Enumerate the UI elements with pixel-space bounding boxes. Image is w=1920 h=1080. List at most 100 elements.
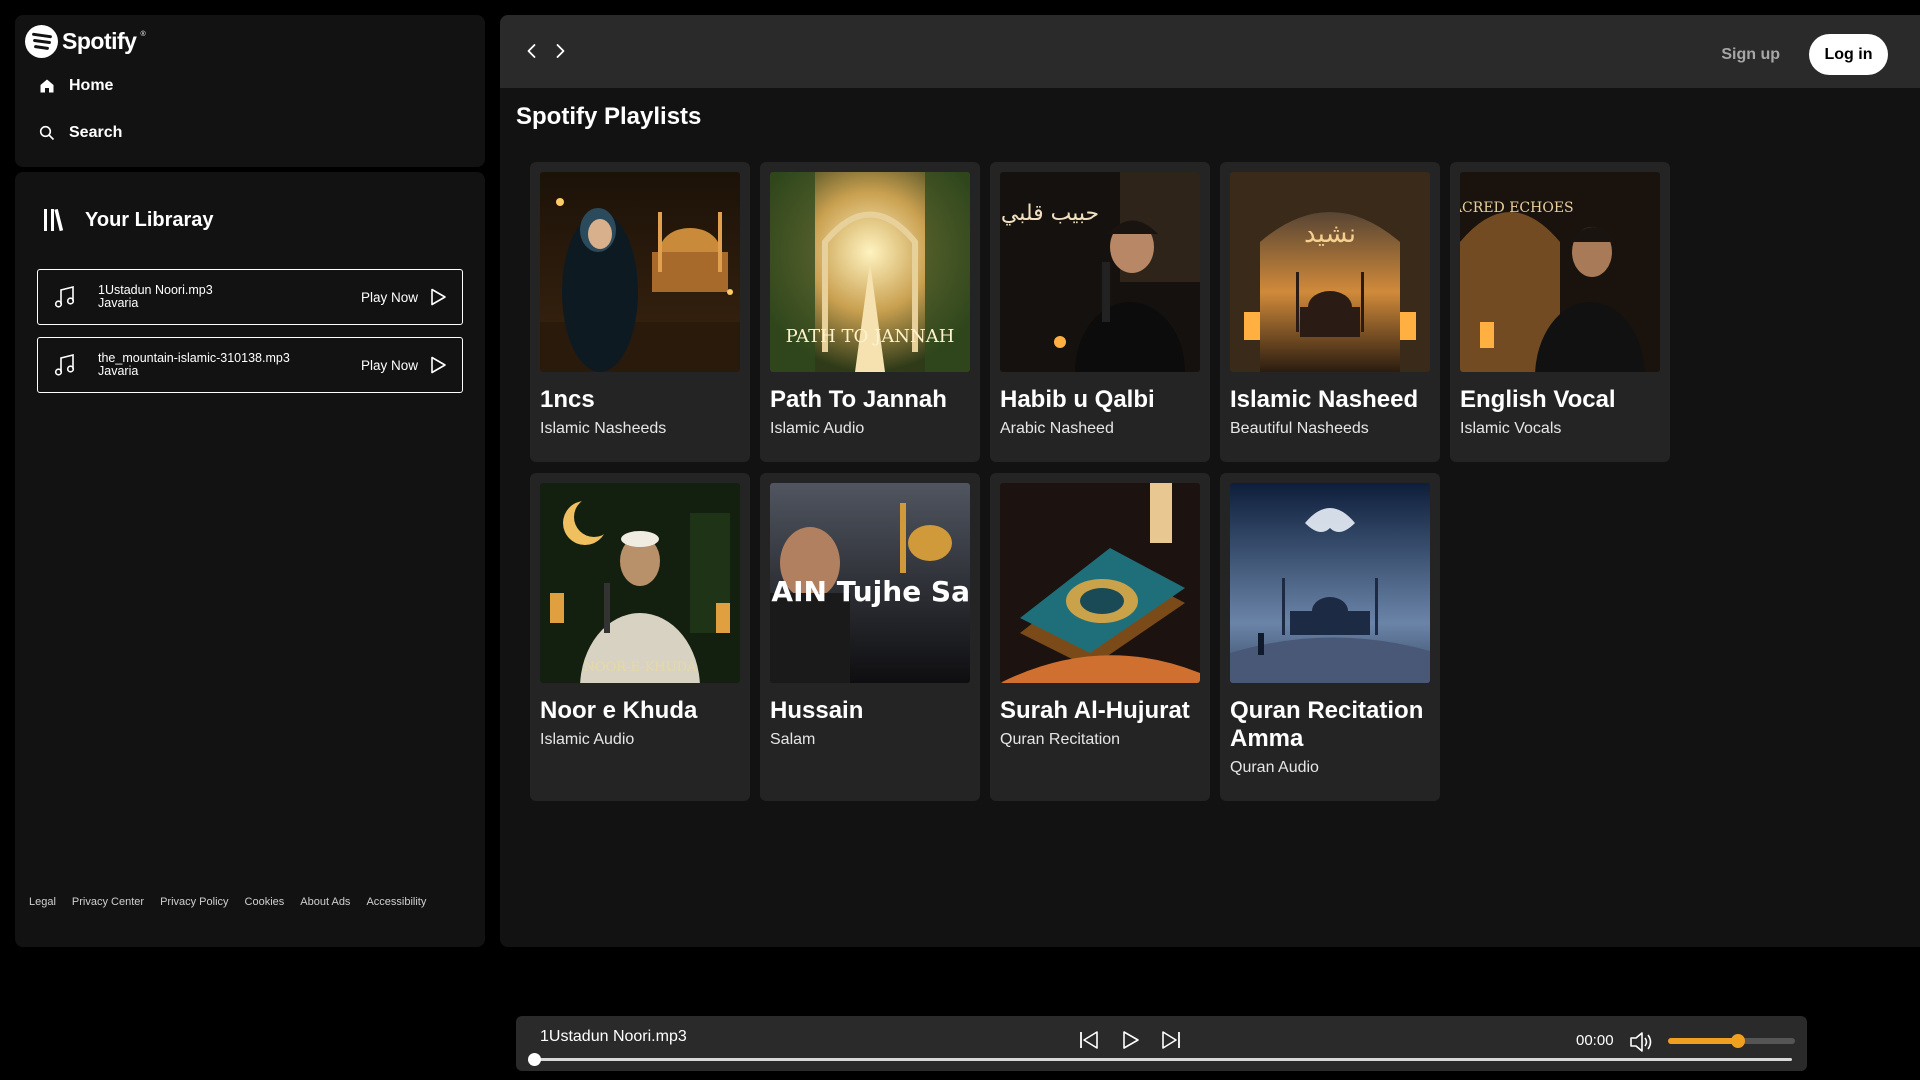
playlist-card[interactable]: NOOR-E-KHUDA Noor e Khuda Islamic Audio <box>530 473 750 801</box>
signup-button[interactable]: Sign up <box>1721 46 1780 64</box>
play-icon[interactable] <box>1118 1028 1142 1052</box>
playlist-title: Noor e Khuda <box>540 697 698 724</box>
nav-search[interactable]: Search <box>39 124 122 142</box>
library-track-item[interactable]: the_mountain-islamic-310138.mp3 Javaria … <box>37 337 463 393</box>
cover-image-noor-e-khuda: NOOR-E-KHUDA <box>540 483 740 683</box>
playlist-cover <box>540 172 740 372</box>
footer-links: Legal Privacy Center Privacy Policy Cook… <box>29 896 426 908</box>
library-icon <box>44 208 64 232</box>
library-panel: Your Libraray 1Ustadun Noori.mp3 Javaria… <box>15 172 485 947</box>
login-button[interactable]: Log in <box>1809 34 1888 75</box>
footer-link-privacy-center[interactable]: Privacy Center <box>72 896 144 908</box>
play-now-button[interactable]: Play Now <box>361 287 448 307</box>
playlist-subtitle: Salam <box>770 731 816 748</box>
spotify-logo-icon <box>25 25 58 58</box>
spotify-logo[interactable]: Spotify ® <box>25 25 146 58</box>
cover-text: SACRED ECHOES <box>1460 200 1574 216</box>
playlist-subtitle: Quran Audio <box>1230 759 1319 776</box>
play-icon <box>431 288 446 306</box>
track-info: the_mountain-islamic-310138.mp3 Javaria <box>98 351 361 378</box>
playlist-subtitle: Islamic Audio <box>770 420 865 437</box>
nav-search-label: Search <box>69 124 123 141</box>
volume-fill <box>1668 1038 1738 1044</box>
trademark-symbol: ® <box>140 31 146 38</box>
playlist-subtitle: Quran Recitation <box>1000 731 1121 748</box>
cover-image-islamic-nasheed: نشيد <box>1230 172 1430 372</box>
cover-image-desert-mosque <box>1230 483 1430 683</box>
spotify-logo-text: Spotify <box>62 28 137 54</box>
cover-text: حبيب قلبي <box>1001 201 1099 226</box>
playlist-subtitle: Islamic Nasheeds <box>540 420 667 437</box>
nav-home[interactable]: Home <box>39 77 113 95</box>
playlist-subtitle: Arabic Nasheed <box>1000 420 1114 437</box>
current-time: 00:00 <box>1576 1032 1614 1049</box>
progress-knob[interactable] <box>528 1053 541 1066</box>
playlist-title: Hussain <box>770 697 864 724</box>
playlist-card[interactable]: PATH TO JANNAH Path To Jannah Islamic Au… <box>760 162 980 462</box>
playlist-title: Habib u Qalbi <box>1000 386 1155 413</box>
volume-icon[interactable] <box>1628 1029 1654 1055</box>
playlist-cover: نشيد <box>1230 172 1430 372</box>
sidebar-nav-panel: Spotify ® Home Search <box>15 15 485 167</box>
track-info: 1Ustadun Noori.mp3 Javaria <box>98 283 361 310</box>
playlist-title: English Vocal <box>1460 386 1616 413</box>
playlist-cover: MERE HUSSAIN Tujhe Sa <box>770 483 970 683</box>
home-icon <box>40 79 54 93</box>
playlist-card[interactable]: نشيد Islamic Nasheed Beautiful Nasheeds <box>1220 162 1440 462</box>
playlist-cover <box>1230 483 1430 683</box>
cover-image-quran-book <box>1000 483 1200 683</box>
playlist-card[interactable]: SACRED ECHOES English Vocal Islamic Voca… <box>1450 162 1670 462</box>
section-title: Spotify Playlists <box>516 103 702 130</box>
footer-link-cookies[interactable]: Cookies <box>245 896 285 908</box>
top-bar: Sign up Log in <box>500 15 1920 88</box>
player-bar: 1Ustadun Noori.mp3 00:00 <box>516 1016 1807 1071</box>
footer-link-accessibility[interactable]: Accessibility <box>366 896 426 908</box>
playlist-cover: SACRED ECHOES <box>1460 172 1660 372</box>
playlist-card[interactable]: حبيب قلبي Habib u Qalbi Arabic Nasheed <box>990 162 1210 462</box>
back-arrow-icon[interactable] <box>522 41 542 61</box>
play-now-label: Play Now <box>360 289 418 305</box>
cover-image-habib-u-qalbi: حبيب قلبي <box>1000 172 1200 372</box>
music-note-icon <box>54 353 75 376</box>
cover-text: NOOR-E-KHUDA <box>584 660 697 675</box>
playlist-cover: حبيب قلبي <box>1000 172 1200 372</box>
progress-bar[interactable] <box>528 1053 1792 1066</box>
footer-link-privacy-policy[interactable]: Privacy Policy <box>160 896 228 908</box>
play-now-label: Play Now <box>360 357 418 373</box>
forward-arrow-icon[interactable] <box>550 41 570 61</box>
cover-text: MERE HUSSAIN Tujhe Sa <box>770 575 970 608</box>
main-content: Sign up Log in Spotify Playlists 1ncs Is… <box>500 15 1920 947</box>
playlist-title: Quran Recitation Amma <box>1230 697 1424 752</box>
footer-link-legal[interactable]: Legal <box>29 896 56 908</box>
cover-image-woman-mosque <box>540 172 740 372</box>
playlist-title: 1ncs <box>540 386 595 413</box>
playlist-subtitle: Islamic Audio <box>540 731 635 748</box>
playlist-cover: NOOR-E-KHUDA <box>540 483 740 683</box>
library-header[interactable]: Your Libraray <box>41 206 214 234</box>
playlist-card[interactable]: Quran Recitation Amma Quran Audio <box>1220 473 1440 801</box>
now-playing-title: 1Ustadun Noori.mp3 <box>540 1028 687 1045</box>
playlist-subtitle: Islamic Vocals <box>1460 420 1562 437</box>
playlist-cover <box>1000 483 1200 683</box>
cover-text: PATH TO JANNAH <box>786 326 955 347</box>
track-artist: Javaria <box>98 296 139 310</box>
music-note-icon <box>54 285 75 308</box>
library-track-item[interactable]: 1Ustadun Noori.mp3 Javaria Play Now <box>37 269 463 325</box>
footer-link-about-ads[interactable]: About Ads <box>300 896 350 908</box>
playlist-card[interactable]: 1ncs Islamic Nasheeds <box>530 162 750 462</box>
volume-knob[interactable] <box>1730 1034 1745 1048</box>
playlist-title: Islamic Nasheed <box>1230 386 1419 413</box>
playlist-cover: PATH TO JANNAH <box>770 172 970 372</box>
volume-slider[interactable] <box>1668 1034 1795 1048</box>
next-track-icon[interactable] <box>1159 1028 1183 1052</box>
track-artist: Javaria <box>98 364 139 378</box>
playlist-title: Surah Al-Hujurat <box>1000 697 1190 724</box>
playlist-card[interactable]: MERE HUSSAIN Tujhe Sa Hussain Salam <box>760 473 980 801</box>
cover-image-path-to-jannah: PATH TO JANNAH <box>770 172 970 372</box>
previous-track-icon[interactable] <box>1077 1028 1101 1052</box>
playlist-subtitle: Beautiful Nasheeds <box>1230 420 1369 437</box>
play-icon <box>431 356 446 374</box>
library-title: Your Libraray <box>85 208 214 231</box>
play-now-button[interactable]: Play Now <box>361 355 448 375</box>
playlist-card[interactable]: Surah Al-Hujurat Quran Recitation <box>990 473 1210 801</box>
